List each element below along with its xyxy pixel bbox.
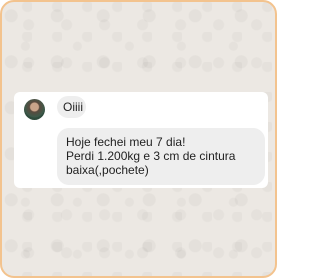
screenshot-frame: Oiiii Hoje fechei meu 7 dia! Perdi 1.200… [0, 0, 277, 278]
message-line: Perdi 1.200kg e 3 cm de cintura [66, 149, 236, 163]
message-text: Oiiii [63, 100, 83, 114]
message-line: Hoje fechei meu 7 dia! [66, 135, 186, 149]
message-bubble: Hoje fechei meu 7 dia! Perdi 1.200kg e 3… [57, 128, 265, 185]
message-line: baixa(,pochete) [66, 163, 149, 177]
chat-message-group: Oiiii Hoje fechei meu 7 dia! Perdi 1.200… [14, 92, 268, 188]
message-bubble: Oiiii [57, 96, 86, 118]
avatar[interactable] [24, 99, 45, 120]
